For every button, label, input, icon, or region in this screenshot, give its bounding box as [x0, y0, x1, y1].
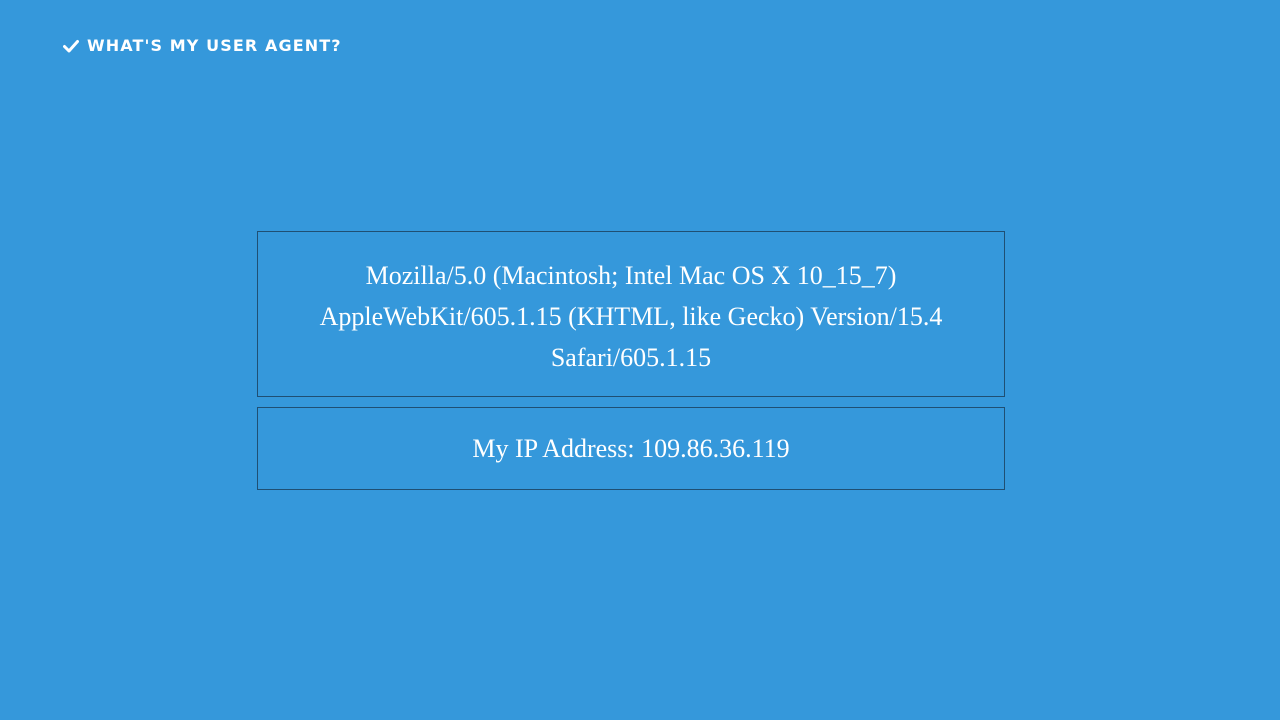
check-icon [63, 38, 79, 54]
site-title: What's my User Agent? [87, 36, 342, 55]
user-agent-line: Safari/605.1.15 [550, 343, 712, 372]
ip-label: My IP Address: [472, 434, 635, 463]
site-logo-link[interactable]: What's my User Agent? [63, 36, 342, 56]
ip-address-box: My IP Address: 109.86.36.119 [257, 407, 1005, 490]
ip-value: 109.86.36.119 [641, 434, 790, 463]
user-agent-line: AppleWebKit/605.1.15 (KHTML, like Gecko)… [319, 302, 943, 331]
user-agent-line: Mozilla/5.0 (Macintosh; Intel Mac OS X 1… [365, 261, 897, 290]
user-agent-box: Mozilla/5.0 (Macintosh; Intel Mac OS X 1… [257, 231, 1005, 397]
